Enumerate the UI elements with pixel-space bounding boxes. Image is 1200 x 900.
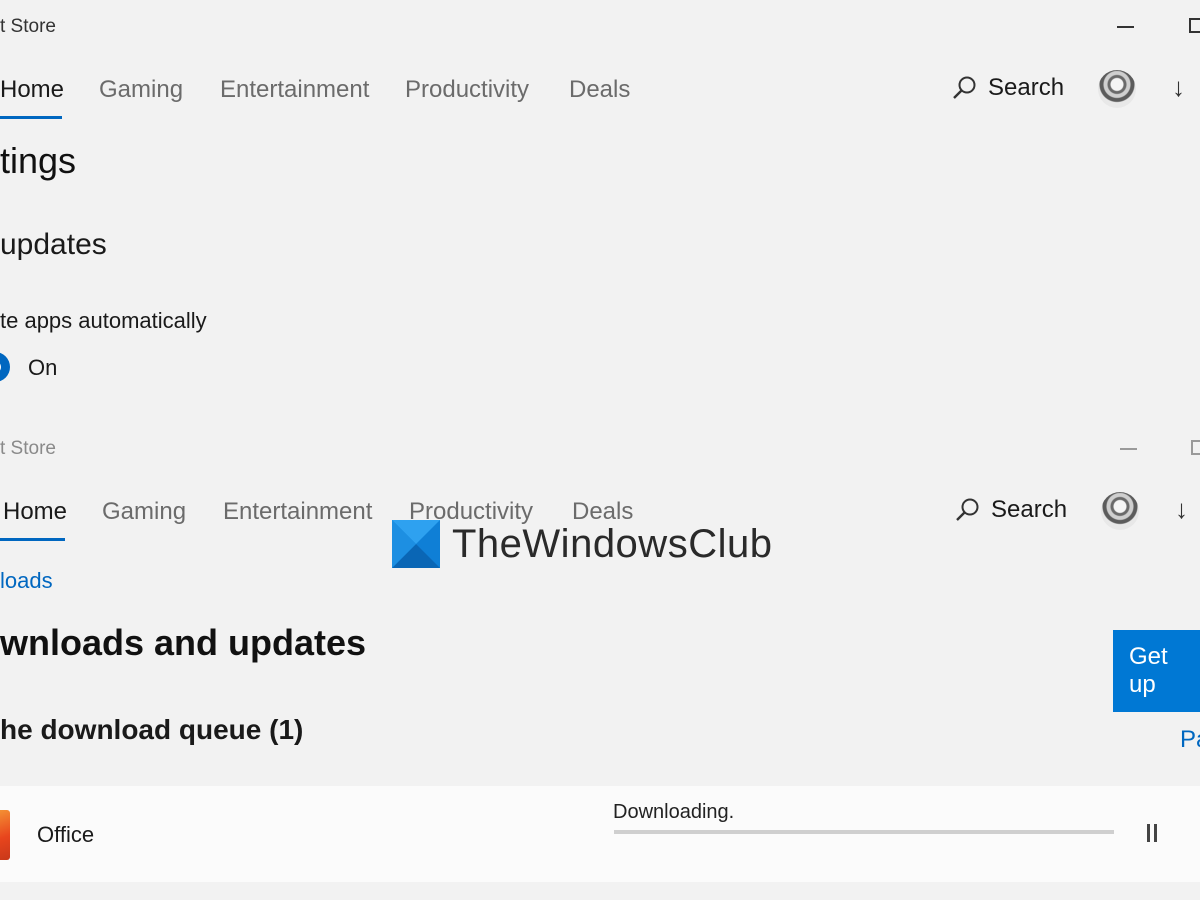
window-title-2: t Store	[0, 438, 56, 459]
search-button[interactable]: Search	[955, 496, 1067, 524]
download-progress-bar	[614, 830, 1114, 834]
tab-entertainment[interactable]: Entertainment	[220, 76, 369, 104]
tab-gaming[interactable]: Gaming	[102, 498, 186, 526]
search-label: Search	[991, 496, 1068, 523]
maximize-icon[interactable]	[1189, 18, 1200, 33]
setting-label: te apps automatically	[0, 308, 207, 333]
pause-icon[interactable]	[1145, 824, 1159, 842]
minimize-icon[interactable]	[1117, 26, 1134, 28]
tab-home[interactable]: Home	[0, 76, 64, 104]
get-updates-button[interactable]: Get up	[1113, 630, 1200, 712]
page-title: wnloads and updates	[0, 622, 367, 663]
window-title: t Store	[0, 16, 56, 37]
avatar[interactable]	[1101, 492, 1139, 530]
auto-update-toggle[interactable]	[0, 352, 10, 382]
item-name: Office	[37, 822, 95, 847]
search-icon	[956, 498, 979, 521]
queue-title: he download queue (1)	[0, 714, 304, 745]
tab-deals[interactable]: Deals	[569, 76, 630, 104]
pause-all-link[interactable]: Pa	[1180, 726, 1200, 754]
maximize-icon[interactable]	[1191, 440, 1200, 455]
tab-entertainment[interactable]: Entertainment	[223, 498, 372, 526]
download-icon[interactable]: ↓	[1172, 72, 1185, 103]
tab-home[interactable]: Home	[3, 498, 67, 526]
breadcrumb[interactable]: loads	[0, 568, 53, 594]
search-icon	[953, 76, 976, 99]
search-label: Search	[988, 74, 1065, 101]
toggle-state-label: On	[28, 355, 58, 380]
download-list-item[interactable]	[0, 786, 1200, 882]
tab-productivity[interactable]: Productivity	[405, 76, 529, 104]
page-title: tings	[0, 140, 77, 181]
section-title: updates	[0, 228, 107, 261]
office-icon	[0, 810, 10, 860]
item-status: Downloading.	[613, 801, 735, 823]
search-button[interactable]: Search	[952, 74, 1064, 102]
windows-logo-icon	[392, 520, 440, 568]
tab-gaming[interactable]: Gaming	[99, 76, 183, 104]
watermark-text: TheWindowsClub	[452, 522, 773, 566]
download-icon[interactable]: ↓	[1175, 494, 1188, 525]
avatar[interactable]	[1098, 70, 1136, 108]
minimize-icon[interactable]	[1120, 448, 1137, 450]
tab-home-indicator	[0, 116, 62, 119]
tab-home-indicator	[0, 538, 65, 541]
